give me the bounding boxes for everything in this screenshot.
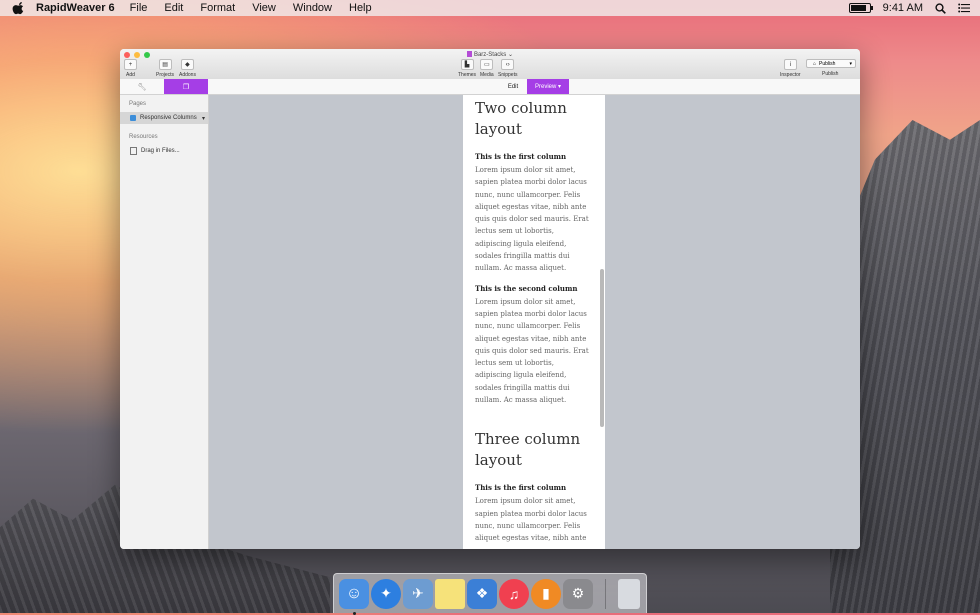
tab-settings[interactable]: 🔧︎ bbox=[120, 79, 164, 94]
mode-bar: 🔧︎ ❐ Edit Preview ▾ bbox=[120, 79, 860, 95]
add-label: Add bbox=[126, 72, 135, 78]
projects-button[interactable]: ▤ Projects bbox=[156, 59, 174, 78]
snippets-label: Snippets bbox=[498, 72, 518, 78]
preview-content: Two column layout This is the first colu… bbox=[475, 98, 590, 549]
publish-button-label: Publish bbox=[819, 60, 836, 67]
home-icon: ⌂ bbox=[813, 60, 817, 67]
media-label: Media bbox=[480, 72, 494, 78]
pages-header: Pages bbox=[129, 101, 147, 107]
rapidweaver-icon[interactable]: ❖ bbox=[467, 578, 497, 609]
music-note-glyph: ♫ bbox=[508, 585, 520, 602]
info-icon: i bbox=[783, 59, 797, 70]
compass-glyph: ✦ bbox=[380, 585, 392, 601]
window-title-text: Barz-Stacks bbox=[473, 52, 507, 58]
preview-canvas: Two column layout This is the first colu… bbox=[209, 95, 860, 549]
column-heading: This is the first column bbox=[475, 483, 567, 493]
window-toolbar: Barz-Stacks ⌄ + Add ▤ Projects ◆ Addons … bbox=[120, 49, 860, 80]
plane-glyph: ✈ bbox=[412, 585, 424, 601]
themes-icon: ▙ bbox=[460, 59, 474, 70]
puzzle-icon: ◆ bbox=[180, 59, 194, 70]
tab-edit[interactable]: Edit bbox=[499, 79, 527, 94]
chevron-down-icon: ▾ bbox=[849, 60, 852, 67]
trash-icon[interactable] bbox=[618, 578, 640, 609]
menu-help[interactable]: Help bbox=[349, 2, 372, 14]
wrench-icon: 🔧︎ bbox=[137, 83, 147, 91]
system-preferences-icon[interactable]: ⚙ bbox=[563, 578, 593, 609]
ibooks-icon[interactable]: ▮ bbox=[531, 578, 561, 609]
tab-preview[interactable]: Preview ▾ bbox=[527, 79, 569, 94]
apple-menu-icon[interactable] bbox=[12, 1, 26, 15]
sidebar-item-label: Responsive Columns bbox=[140, 115, 197, 121]
sidebar: Pages Responsive Columns ▾ Resources Dra… bbox=[120, 95, 209, 549]
addons-button[interactable]: ◆ Addons bbox=[179, 59, 196, 78]
battery-level bbox=[850, 5, 866, 11]
addons-label: Addons bbox=[179, 72, 196, 78]
page-icon bbox=[130, 115, 136, 121]
finder-icon[interactable]: ☺ bbox=[339, 578, 369, 615]
mail-icon[interactable]: ✈ bbox=[403, 578, 433, 609]
inspector-button[interactable]: i Inspector bbox=[780, 59, 801, 78]
preview-page[interactable]: Two column layout This is the first colu… bbox=[463, 95, 605, 549]
book-glyph: ▮ bbox=[542, 585, 550, 601]
menubar-clock[interactable]: 9:41 AM bbox=[883, 2, 923, 14]
publish-button[interactable]: ⌂ Publish ▾ bbox=[806, 59, 856, 68]
finder-face-glyph: ☺ bbox=[345, 584, 363, 602]
section-title-three-column: Three column layout bbox=[475, 430, 581, 470]
plus-icon: + bbox=[124, 59, 137, 70]
menu-file[interactable]: File bbox=[130, 2, 148, 14]
battery-icon[interactable] bbox=[848, 3, 873, 13]
gear-glyph: ⚙ bbox=[571, 585, 585, 601]
document-icon bbox=[466, 51, 472, 57]
preview-tab-label: Preview bbox=[534, 83, 557, 90]
projects-label: Projects bbox=[156, 72, 175, 78]
spotlight-search-icon[interactable] bbox=[935, 2, 946, 14]
media-icon: ▭ bbox=[480, 59, 494, 70]
menu-format[interactable]: Format bbox=[200, 2, 235, 14]
app-menu[interactable]: RapidWeaver 6 bbox=[36, 2, 115, 14]
dock-separator bbox=[605, 578, 606, 609]
chevron-down-icon: ▾ bbox=[558, 84, 562, 90]
code-icon: ‹› bbox=[501, 59, 515, 70]
column-heading: This is the first column bbox=[475, 152, 567, 161]
column-text: Lorem ipsum dolor sit amet, sapien plate… bbox=[475, 166, 589, 273]
scrollbar-thumb[interactable] bbox=[600, 269, 604, 427]
download-icon bbox=[130, 147, 137, 155]
chevron-down-icon[interactable]: ▾ bbox=[202, 115, 205, 122]
pages-icon: ❐ bbox=[182, 83, 190, 91]
safari-icon[interactable]: ✦ bbox=[371, 578, 401, 609]
app-window: Barz-Stacks ⌄ + Add ▤ Projects ◆ Addons … bbox=[120, 49, 860, 549]
drag-files-label: Drag in Files... bbox=[141, 148, 180, 154]
inspector-label: Inspector bbox=[780, 72, 801, 78]
column-text: Lorem ipsum dolor sit amet, sapien plate… bbox=[475, 497, 587, 543]
resources-header: Resources bbox=[129, 134, 158, 140]
menu-window[interactable]: Window bbox=[293, 2, 332, 14]
menu-edit[interactable]: Edit bbox=[164, 2, 183, 14]
drag-files-item[interactable]: Drag in Files... bbox=[120, 145, 208, 157]
themes-label: Themes bbox=[458, 72, 477, 78]
themes-button[interactable]: ▙ Themes bbox=[458, 59, 476, 78]
add-button[interactable]: + Add bbox=[124, 59, 137, 78]
running-indicator bbox=[353, 611, 356, 615]
rw-glyph: ❖ bbox=[475, 585, 489, 601]
window-title: Barz-Stacks ⌄ bbox=[120, 51, 860, 58]
tab-pages[interactable]: ❐ bbox=[164, 79, 208, 94]
publish-label: Publish bbox=[822, 71, 839, 77]
snippets-button[interactable]: ‹› Snippets bbox=[498, 59, 517, 78]
sidebar-item-responsive-columns[interactable]: Responsive Columns ▾ bbox=[120, 112, 208, 124]
notification-center-icon[interactable] bbox=[958, 3, 970, 13]
column-heading: This is the second column bbox=[475, 283, 578, 293]
section-title-two-column: Two column layout bbox=[475, 99, 567, 138]
dock: ☺ ✦ ✈ ❖ ♫ ▮ ⚙ bbox=[333, 573, 647, 615]
column-text: Lorem ipsum dolor sit amet, sapien plate… bbox=[475, 297, 589, 405]
notes-icon[interactable] bbox=[435, 578, 465, 609]
projects-icon: ▤ bbox=[158, 59, 172, 70]
menu-view[interactable]: View bbox=[252, 2, 276, 14]
menu-bar: RapidWeaver 6 File Edit Format View Wind… bbox=[0, 0, 980, 16]
itunes-icon[interactable]: ♫ bbox=[499, 578, 529, 609]
media-button[interactable]: ▭ Media bbox=[480, 59, 494, 78]
